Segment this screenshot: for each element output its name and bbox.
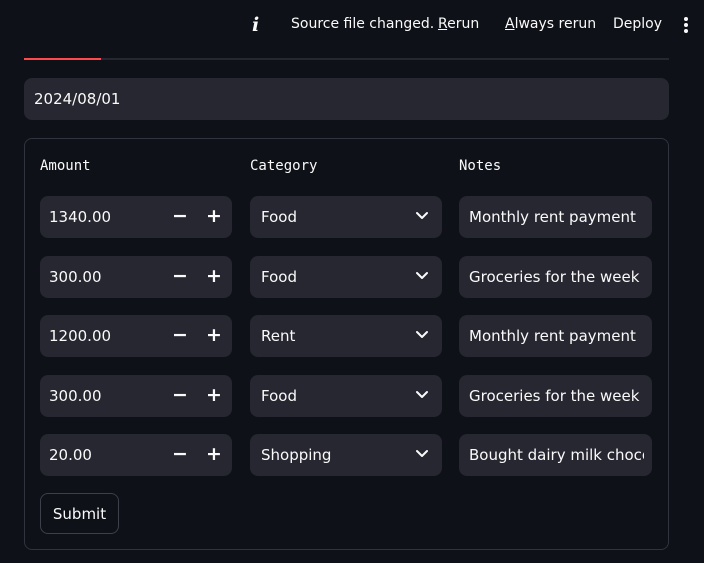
notes-text-input[interactable]: Monthly rent payment [459,315,652,357]
category-value: Rent [261,327,296,345]
amount-number-input[interactable]: 1340.00 − + [40,196,232,238]
amount-value: 1340.00 [49,208,112,226]
date-input[interactable]: 2024/08/01 [24,78,669,120]
category-select[interactable]: Shopping [250,434,442,476]
increment-button[interactable]: + [199,196,229,238]
rerun-accel: R [438,16,448,32]
chevron-down-icon [416,272,428,279]
always-rerun-accel: A [505,16,515,32]
always-rerun-button[interactable]: Always rerun [505,16,596,32]
expense-form: Amount Category Notes 1340.00− + Food Month… [24,138,669,550]
notes-value: Bought dairy milk choco [469,446,644,464]
notes-value: Groceries for the week [469,387,640,405]
status-text: Source file changed. [291,16,435,32]
main-menu-icon[interactable] [680,15,692,35]
progress-fill [24,58,102,60]
amount-header: Amount [40,158,91,174]
notes-value: Monthly rent payment [469,208,636,226]
category-select[interactable]: Rent [250,315,442,357]
notes-value: Monthly rent payment [469,327,636,345]
amount-value: 20.00 [49,446,92,464]
category-select[interactable]: Food [250,196,442,238]
notes-text-input[interactable]: Groceries for the week [459,375,652,417]
increment-button[interactable]: + [199,315,229,357]
notes-value: Groceries for the week [469,268,640,286]
notes-text-input[interactable]: Monthly rent payment [459,196,652,238]
submit-button[interactable]: Submit [40,493,119,534]
chevron-down-icon [416,450,428,457]
rerun-button[interactable]: Rerun [438,16,479,32]
decrement-button[interactable]: − [165,196,195,238]
chevron-down-icon [416,212,428,219]
progress-bar [24,58,669,60]
top-bar: i Source file changed. Rerun Always reru… [0,0,704,50]
deploy-button[interactable]: Deploy [613,16,662,32]
amount-number-input[interactable]: 300.00 − + [40,256,232,298]
increment-button[interactable]: + [199,375,229,417]
notes-text-input[interactable]: Groceries for the week [459,256,652,298]
amount-number-input[interactable]: 1200.00 − + [40,315,232,357]
always-rerun-label: lways rerun [514,16,597,32]
notes-header: Notes [459,158,502,174]
chevron-down-icon [416,331,428,338]
decrement-button[interactable]: − [165,256,195,298]
category-value: Food [261,387,297,405]
notes-text-input[interactable]: Bought dairy milk choco [459,434,652,476]
decrement-button[interactable]: − [165,375,195,417]
category-select[interactable]: Food [250,256,442,298]
amount-value: 300.00 [49,268,102,286]
increment-button[interactable]: + [199,256,229,298]
category-header: Category [250,158,318,174]
amount-value: 1200.00 [49,327,112,345]
category-value: Shopping [261,446,332,464]
info-icon[interactable]: i [252,14,264,36]
rerun-label: erun [447,16,480,32]
category-value: Food [261,268,297,286]
decrement-button[interactable]: − [165,315,195,357]
category-select[interactable]: Food [250,375,442,417]
amount-number-input[interactable]: 20.00 − + [40,434,232,476]
increment-button[interactable]: + [199,434,229,476]
category-value: Food [261,208,297,226]
chevron-down-icon [416,391,428,398]
decrement-button[interactable]: − [165,434,195,476]
amount-number-input[interactable]: 300.00 − + [40,375,232,417]
amount-value: 300.00 [49,387,102,405]
